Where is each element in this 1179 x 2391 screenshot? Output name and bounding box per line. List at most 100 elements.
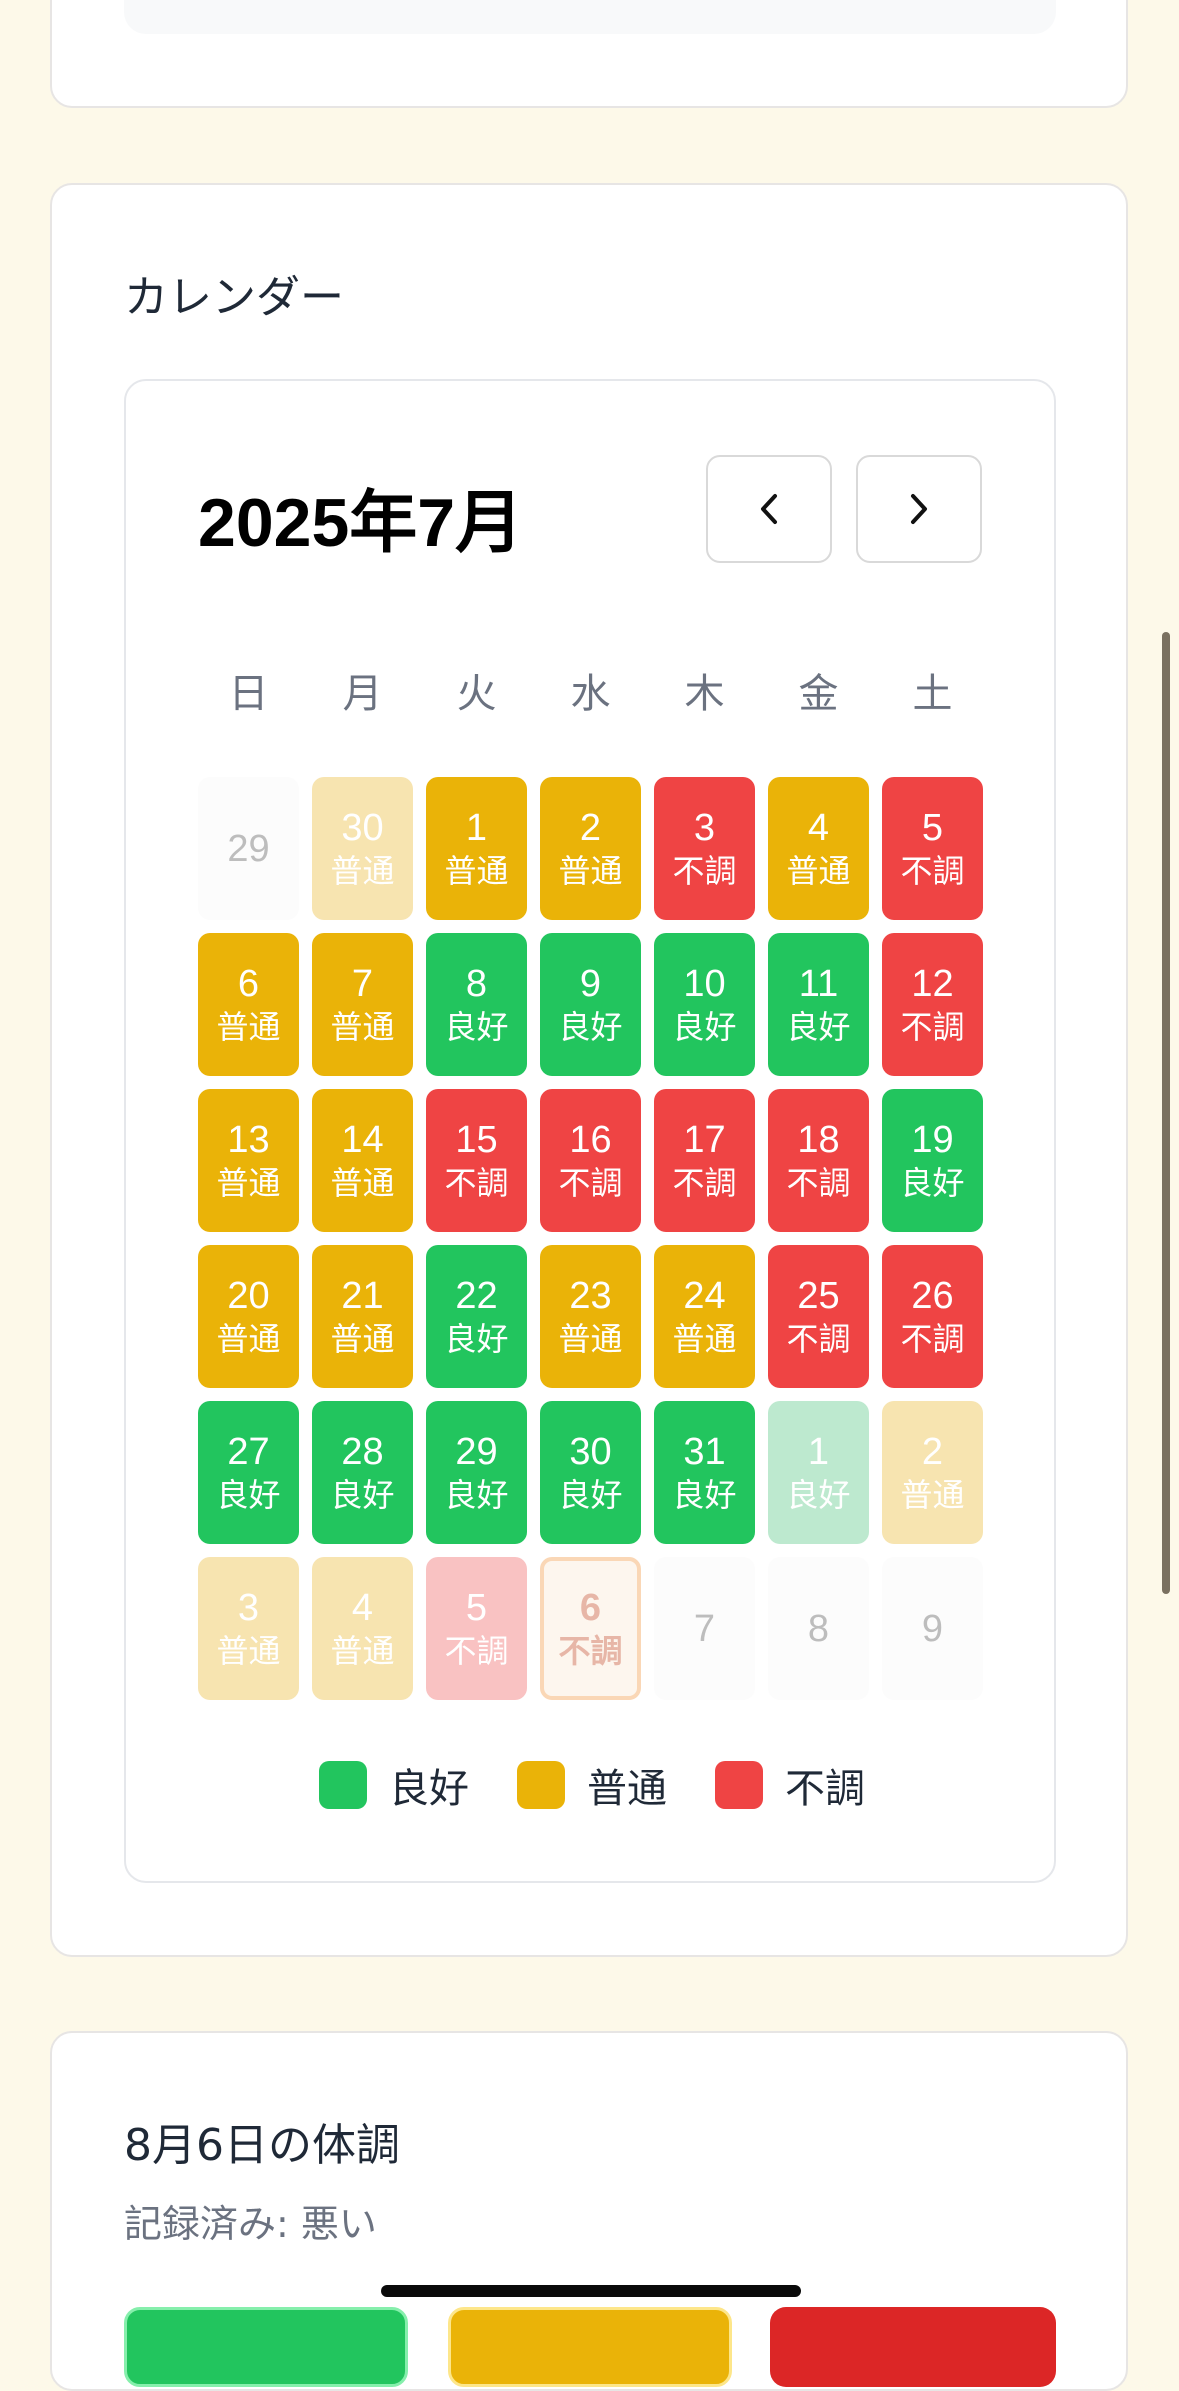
calendar-day[interactable]: 12 不調 xyxy=(882,933,983,1076)
calendar-day[interactable]: 7 xyxy=(654,1557,755,1700)
calendar-day[interactable]: 4 普通 xyxy=(768,777,869,920)
day-status: 不調 xyxy=(786,1319,851,1358)
calendar-day-today[interactable]: 6 不調 xyxy=(540,1557,641,1700)
day-number: 4 xyxy=(807,806,830,849)
day-status: 普通 xyxy=(558,1319,623,1358)
day-number: 11 xyxy=(798,962,839,1005)
day-status: 普通 xyxy=(330,1007,395,1046)
record-good-button[interactable] xyxy=(124,2307,408,2387)
weekday-label: 土 xyxy=(912,671,953,717)
calendar-day[interactable]: 4 普通 xyxy=(312,1557,413,1700)
calendar-day[interactable]: 17 不調 xyxy=(654,1089,755,1232)
day-status: 良好 xyxy=(558,1007,623,1046)
calendar-day[interactable]: 3 普通 xyxy=(198,1557,299,1700)
next-month-button[interactable] xyxy=(856,455,982,563)
calendar-day[interactable]: 25 不調 xyxy=(768,1245,869,1388)
weekday-label: 金 xyxy=(798,671,839,717)
weekday-label: 木 xyxy=(684,671,725,717)
day-status: 良好 xyxy=(900,1163,965,1202)
calendar-day[interactable]: 24 普通 xyxy=(654,1245,755,1388)
day-number: 1 xyxy=(465,806,488,849)
calendar-day[interactable]: 9 xyxy=(882,1557,983,1700)
calendar-day[interactable]: 30 良好 xyxy=(540,1401,641,1544)
day-status: 良好 xyxy=(672,1475,737,1514)
calendar-day[interactable]: 11 良好 xyxy=(768,933,869,1076)
day-number: 6 xyxy=(237,962,260,1005)
scrollbar[interactable] xyxy=(1162,632,1170,1594)
calendar-day[interactable]: 10 良好 xyxy=(654,933,755,1076)
calendar-day[interactable]: 2 普通 xyxy=(882,1401,983,1544)
chevron-right-icon xyxy=(911,494,927,524)
day-status: 不調 xyxy=(900,1319,965,1358)
day-number: 3 xyxy=(693,806,716,849)
calendar-day[interactable]: 23 普通 xyxy=(540,1245,641,1388)
calendar-day[interactable]: 1 良好 xyxy=(768,1401,869,1544)
calendar-day[interactable]: 5 不調 xyxy=(882,777,983,920)
weekday-header: 日 月 火 水 木 金 土 xyxy=(198,661,984,721)
calendar-day[interactable]: 9 良好 xyxy=(540,933,641,1076)
calendar-day[interactable]: 14 普通 xyxy=(312,1089,413,1232)
calendar-day[interactable]: 31 良好 xyxy=(654,1401,755,1544)
record-normal-button[interactable] xyxy=(448,2307,732,2387)
day-number: 24 xyxy=(683,1274,726,1317)
calendar-day[interactable]: 27 良好 xyxy=(198,1401,299,1544)
day-status: 普通 xyxy=(330,1163,395,1202)
day-number: 31 xyxy=(683,1430,726,1473)
legend-label: 普通 xyxy=(587,1766,667,1812)
calendar-day[interactable]: 6 普通 xyxy=(198,933,299,1076)
calendar-day[interactable]: 30 普通 xyxy=(312,777,413,920)
calendar-day[interactable]: 15 不調 xyxy=(426,1089,527,1232)
day-number: 5 xyxy=(921,806,944,849)
day-number: 30 xyxy=(569,1430,612,1473)
day-status: 不調 xyxy=(444,1163,509,1202)
day-number: 22 xyxy=(455,1274,498,1317)
day-number: 4 xyxy=(351,1586,374,1629)
calendar-day[interactable]: 18 不調 xyxy=(768,1089,869,1232)
day-number: 3 xyxy=(237,1586,260,1629)
calendar-day[interactable]: 21 普通 xyxy=(312,1245,413,1388)
calendar-day[interactable]: 22 良好 xyxy=(426,1245,527,1388)
calendar-day[interactable]: 5 不調 xyxy=(426,1557,527,1700)
day-status: 普通 xyxy=(672,1319,737,1358)
day-number: 19 xyxy=(911,1118,954,1161)
day-number: 14 xyxy=(341,1118,384,1161)
day-status: 良好 xyxy=(444,1475,509,1514)
legend-label: 良好 xyxy=(389,1766,469,1812)
calendar-day[interactable]: 16 不調 xyxy=(540,1089,641,1232)
calendar-day[interactable]: 1 普通 xyxy=(426,777,527,920)
prev-month-button[interactable] xyxy=(706,455,832,563)
day-status: 良好 xyxy=(558,1475,623,1514)
day-status: 良好 xyxy=(672,1007,737,1046)
legend-item-bad: 不調 xyxy=(715,1756,865,1814)
weekday-label: 月 xyxy=(342,671,383,717)
month-title: 2025年7月 xyxy=(198,485,524,561)
calendar-day[interactable]: 29 xyxy=(198,777,299,920)
day-status: 不調 xyxy=(672,851,737,890)
calendar-day[interactable]: 29 良好 xyxy=(426,1401,527,1544)
day-number: 27 xyxy=(227,1430,270,1473)
day-number: 28 xyxy=(341,1430,384,1473)
calendar-day[interactable]: 2 普通 xyxy=(540,777,641,920)
day-number: 25 xyxy=(797,1274,840,1317)
calendar-day[interactable]: 8 良好 xyxy=(426,933,527,1076)
day-number: 12 xyxy=(911,962,954,1005)
calendar-day[interactable]: 13 普通 xyxy=(198,1089,299,1232)
day-number: 10 xyxy=(683,962,726,1005)
record-bad-button[interactable] xyxy=(770,2307,1056,2387)
calendar-day[interactable]: 19 良好 xyxy=(882,1089,983,1232)
day-status: 不調 xyxy=(786,1163,851,1202)
calendar-day[interactable]: 3 不調 xyxy=(654,777,755,920)
day-status: 不調 xyxy=(444,1631,509,1670)
day-number: 1 xyxy=(807,1430,830,1473)
day-status: 普通 xyxy=(216,1319,281,1358)
calendar-day[interactable]: 7 普通 xyxy=(312,933,413,1076)
day-status: 普通 xyxy=(216,1631,281,1670)
day-status: 普通 xyxy=(216,1163,281,1202)
calendar-day[interactable]: 28 良好 xyxy=(312,1401,413,1544)
day-status: 良好 xyxy=(330,1475,395,1514)
calendar-day[interactable]: 8 xyxy=(768,1557,869,1700)
day-number: 7 xyxy=(693,1607,716,1650)
calendar-day[interactable]: 26 不調 xyxy=(882,1245,983,1388)
calendar-day[interactable]: 20 普通 xyxy=(198,1245,299,1388)
record-title: 8月6日の体調 xyxy=(124,2120,400,2171)
